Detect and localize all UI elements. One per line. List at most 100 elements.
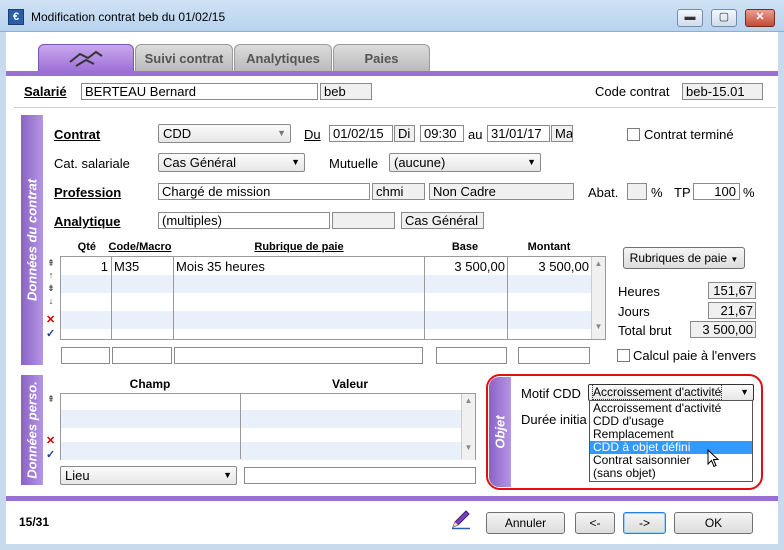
move-bottom-icon[interactable]: ⇟ bbox=[45, 283, 57, 294]
col-qte-header: Qté bbox=[77, 241, 96, 253]
contrat-label: Contrat bbox=[54, 127, 101, 142]
rubriques-button[interactable]: Rubriques de paie ▼ bbox=[623, 247, 745, 269]
validate-row-icon[interactable]: ✓ bbox=[46, 327, 55, 340]
mutuelle-label: Mutuelle bbox=[329, 156, 379, 171]
abat-field[interactable] bbox=[627, 183, 647, 200]
day-to-field: Ma bbox=[551, 125, 573, 142]
window: € Modification contrat beb du 01/02/15 ▬… bbox=[0, 0, 784, 550]
cat-salariale-label: Cat. salariale bbox=[54, 156, 130, 171]
tab-suivi-contrat[interactable]: Suivi contrat bbox=[135, 44, 233, 72]
heures-field: 151,67 bbox=[708, 282, 756, 299]
perso-section-label: Données perso. bbox=[21, 375, 43, 485]
total-brut-label: Total brut bbox=[618, 323, 672, 338]
mouse-cursor-icon bbox=[707, 449, 720, 468]
move-top-icon[interactable]: ⇞ bbox=[45, 258, 57, 269]
code-contrat-field: beb-15.01 bbox=[682, 83, 763, 100]
calcul-envers-checkbox[interactable] bbox=[617, 349, 630, 362]
tab-contrat[interactable] bbox=[38, 44, 134, 72]
window-border-right bbox=[778, 32, 784, 550]
tab-analytiques[interactable]: Analytiques bbox=[234, 44, 332, 72]
cat-salariale-select[interactable]: Cas Général ▼ bbox=[158, 153, 305, 172]
heures-label: Heures bbox=[618, 284, 660, 299]
ok-button[interactable]: OK bbox=[674, 512, 753, 534]
col-code-header: Code/Macro bbox=[108, 241, 172, 253]
du-label: Du bbox=[304, 127, 321, 142]
move-up-icon[interactable]: ↑ bbox=[45, 270, 57, 280]
motif-cdd-select[interactable]: Accroissement d'activité ▼ bbox=[588, 384, 754, 401]
cell-qte: 1 bbox=[100, 259, 108, 274]
date-from-field[interactable]: 01/02/15 bbox=[329, 125, 393, 142]
au-label: au bbox=[468, 127, 483, 142]
annuler-button[interactable]: Annuler bbox=[486, 512, 565, 534]
day-from-field: Di bbox=[394, 125, 415, 142]
move-top-icon[interactable]: ⇞ bbox=[45, 394, 57, 405]
tab-paies[interactable]: Paies bbox=[333, 44, 430, 72]
footer-divider bbox=[6, 496, 778, 501]
contrat-select[interactable]: CDD ▼ bbox=[158, 124, 291, 143]
move-down-icon[interactable]: ↓ bbox=[45, 296, 57, 306]
dropdown-option[interactable]: (sans objet) bbox=[590, 467, 752, 480]
window-title: Modification contrat beb du 01/02/15 bbox=[31, 10, 226, 24]
maximize-button[interactable]: ▢ bbox=[711, 9, 737, 27]
minimize-button[interactable]: ▬ bbox=[677, 9, 703, 27]
grid-row-band bbox=[61, 311, 605, 329]
motif-cdd-label: Motif CDD bbox=[521, 386, 581, 401]
delete-row-icon[interactable]: ✕ bbox=[46, 434, 55, 447]
calcul-envers-label: Calcul paie à l'envers bbox=[633, 348, 757, 363]
mutuelle-select[interactable]: (aucune) ▼ bbox=[389, 153, 541, 172]
date-to-field[interactable]: 31/01/17 bbox=[487, 125, 550, 142]
delete-row-icon[interactable]: ✕ bbox=[46, 313, 55, 326]
paie-grid[interactable]: ▲ ▼ 1 M35 Mois 35 heures 3 500,00 3 500,… bbox=[60, 256, 606, 340]
new-code-input[interactable] bbox=[112, 347, 172, 364]
salarie-code-field: beb bbox=[320, 83, 372, 100]
table-row[interactable]: 1 M35 Mois 35 heures 3 500,00 3 500,00 bbox=[61, 259, 591, 275]
close-button[interactable]: ✕ bbox=[745, 9, 775, 27]
profession-code-field: chmi bbox=[372, 183, 425, 200]
total-brut-field: 3 500,00 bbox=[690, 321, 756, 338]
champ-header: Champ bbox=[129, 377, 171, 391]
window-border-left bbox=[0, 32, 6, 550]
valeur-input[interactable] bbox=[244, 467, 476, 484]
new-base-input[interactable] bbox=[436, 347, 507, 364]
perso-grid[interactable]: ▲ ▼ bbox=[60, 393, 476, 460]
cell-code: M35 bbox=[114, 259, 140, 274]
contrat-termine-label: Contrat terminé bbox=[644, 127, 734, 142]
handshake-icon bbox=[69, 50, 103, 67]
duree-initiale-label: Durée initia bbox=[521, 412, 587, 427]
col-divider bbox=[240, 394, 241, 459]
jours-field: 21,67 bbox=[708, 302, 756, 319]
lieu-select[interactable]: Lieu ▼ bbox=[60, 466, 237, 485]
pencil-icon[interactable] bbox=[450, 508, 472, 530]
divider bbox=[14, 107, 776, 108]
time-field[interactable]: 09:30 bbox=[420, 125, 464, 142]
grid-scrollbar[interactable]: ▲ ▼ bbox=[591, 257, 605, 339]
next-button[interactable]: -> bbox=[623, 512, 666, 534]
new-qte-input[interactable] bbox=[61, 347, 110, 364]
contrat-termine-checkbox[interactable] bbox=[627, 128, 640, 141]
previous-button[interactable]: <- bbox=[575, 512, 615, 534]
salarie-label: Salarié bbox=[24, 84, 67, 99]
abat-label: Abat. bbox=[588, 185, 619, 200]
tab-underline bbox=[6, 71, 778, 76]
validate-row-icon[interactable]: ✓ bbox=[46, 448, 55, 461]
profession-label: Profession bbox=[54, 185, 122, 200]
analytique-label: Analytique bbox=[54, 214, 121, 229]
profession-status-field: Non Cadre bbox=[429, 183, 574, 200]
col-base-header: Base bbox=[451, 241, 479, 253]
col-rubrique-header: Rubrique de paie bbox=[254, 241, 344, 253]
analytique-code-field bbox=[332, 212, 395, 229]
analytique-cat-field: Cas Général bbox=[401, 212, 484, 229]
tp-field[interactable]: 100 bbox=[693, 183, 740, 200]
grid-row-band bbox=[61, 442, 475, 460]
analytique-field[interactable]: (multiples) bbox=[158, 212, 330, 229]
new-rubrique-input[interactable] bbox=[174, 347, 423, 364]
profession-field[interactable]: Chargé de mission bbox=[158, 183, 370, 200]
motif-cdd-dropdown[interactable]: Accroissement d'activité CDD d'usage Rem… bbox=[589, 400, 753, 482]
objet-section-label: Objet bbox=[489, 377, 511, 487]
salarie-name-field[interactable]: BERTEAU Bernard bbox=[81, 83, 318, 100]
col-montant-header: Montant bbox=[527, 241, 571, 253]
jours-label: Jours bbox=[618, 304, 650, 319]
cell-rubrique: Mois 35 heures bbox=[176, 259, 265, 274]
grid-scrollbar[interactable]: ▲ ▼ bbox=[461, 394, 475, 459]
new-montant-input[interactable] bbox=[518, 347, 590, 364]
